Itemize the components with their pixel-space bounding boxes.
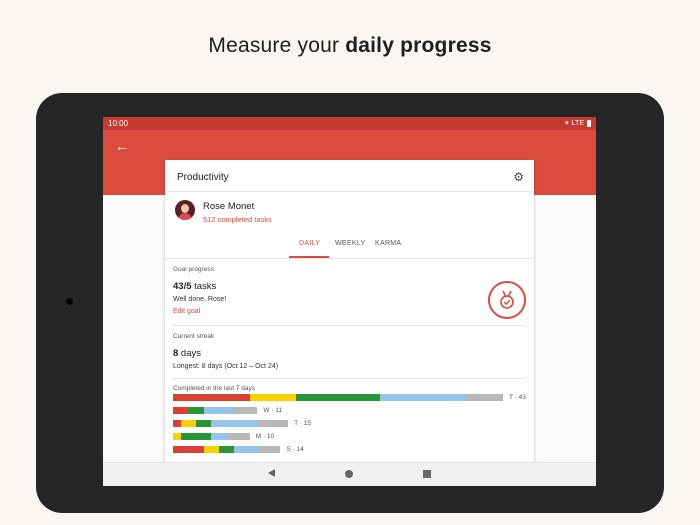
history-bar-segment: [196, 420, 212, 427]
history-bar-segment: [173, 446, 204, 453]
current-streak-label: Current streak: [173, 333, 215, 340]
goal-message: Well done, Rose!: [173, 296, 227, 303]
history-label: Completed in the last 7 days: [173, 385, 256, 392]
history-bar-segment: [380, 394, 465, 401]
divider: [165, 191, 534, 192]
history-bar-segment: [257, 446, 281, 453]
history-bar-label: T · 15: [294, 419, 311, 427]
history-bar-label: S · 14: [286, 445, 304, 453]
medal-icon: [488, 281, 526, 319]
goal-progress-value: 43/5 tasks: [173, 281, 216, 292]
tab-karma[interactable]: KARMA: [375, 240, 401, 247]
triangle-back-icon[interactable]: [268, 469, 275, 477]
productivity-card: Productivity ⚙ Rose Monet 512 completed …: [165, 160, 534, 466]
history-bar-segment: [464, 394, 503, 401]
gear-icon[interactable]: ⚙: [513, 170, 524, 184]
history-bar-segment: [203, 407, 235, 414]
square-recent-icon[interactable]: [423, 470, 431, 478]
history-bar-segment: [257, 420, 289, 427]
streak-unit: days: [178, 348, 202, 359]
history-bar: [173, 433, 250, 440]
tab-daily[interactable]: DAILY: [299, 240, 320, 247]
circle-home-icon[interactable]: [345, 470, 353, 478]
device-screen: 10:00 ▾ LTE ← Productivity ⚙ Rose Monet …: [103, 117, 596, 486]
history-bar-segment: [173, 433, 181, 440]
system-nav-bar: [103, 462, 596, 486]
user-name: Rose Monet: [203, 201, 255, 212]
divider: [165, 258, 534, 259]
status-time: 10:00: [108, 119, 129, 128]
battery-icon: [587, 119, 591, 127]
history-bar-label: T · 43: [509, 393, 526, 401]
network-label: LTE: [571, 119, 584, 127]
arrow-left-icon[interactable]: ←: [115, 138, 129, 154]
history-bar-segment: [188, 407, 204, 414]
history-bar-segment: [234, 407, 258, 414]
edit-goal-link[interactable]: Edit goal: [173, 308, 200, 315]
history-bar-segment: [203, 446, 220, 453]
history-bar-label: M · 10: [255, 432, 275, 440]
wifi-icon: ▾: [565, 120, 569, 127]
history-bar-segment: [173, 420, 181, 427]
status-icons: ▾ LTE: [565, 119, 591, 127]
status-bar: 10:00 ▾ LTE: [103, 117, 596, 130]
history-bar-segment: [295, 394, 381, 401]
longest-streak: Longest: 8 days (Oct 12 – Oct 24): [173, 363, 279, 370]
history-bar: [173, 407, 258, 414]
history-bar-segment: [180, 420, 197, 427]
completed-tasks-count: 512 completed tasks: [203, 215, 272, 224]
tablet-camera: [66, 298, 73, 305]
history-bar-segment: [173, 407, 189, 414]
avatar: [175, 200, 195, 220]
avatar-face: [181, 204, 189, 213]
headline-bold: daily progress: [345, 34, 492, 57]
history-bar: [173, 394, 503, 401]
headline-prefix: Measure your: [208, 34, 346, 57]
tab-bar: DAILY WEEKLY KARMA: [165, 236, 534, 258]
goal-count: 43/5: [173, 281, 192, 292]
headline: Measure your daily progress: [0, 34, 700, 58]
history-bar: [173, 446, 281, 453]
avatar-body: [178, 213, 192, 220]
card-title: Productivity: [177, 172, 229, 183]
tab-weekly[interactable]: WEEKLY: [335, 240, 365, 247]
history-bar-segment: [211, 433, 227, 440]
streak-value: 8 days: [173, 348, 201, 359]
history-bar-segment: [180, 433, 212, 440]
divider: [173, 378, 526, 379]
history-bar-label: W · 11: [263, 406, 283, 414]
goal-progress-label: Goal progress: [173, 266, 214, 273]
divider: [173, 325, 526, 326]
history-bar: [173, 420, 289, 427]
history-bar-segment: [219, 446, 235, 453]
history-bar-segment: [234, 446, 258, 453]
history-bar-segment: [249, 394, 296, 401]
history-bar-segment: [226, 433, 250, 440]
history-bar-segment: [173, 394, 250, 401]
goal-unit: tasks: [191, 281, 217, 292]
history-bar-segment: [211, 420, 258, 427]
